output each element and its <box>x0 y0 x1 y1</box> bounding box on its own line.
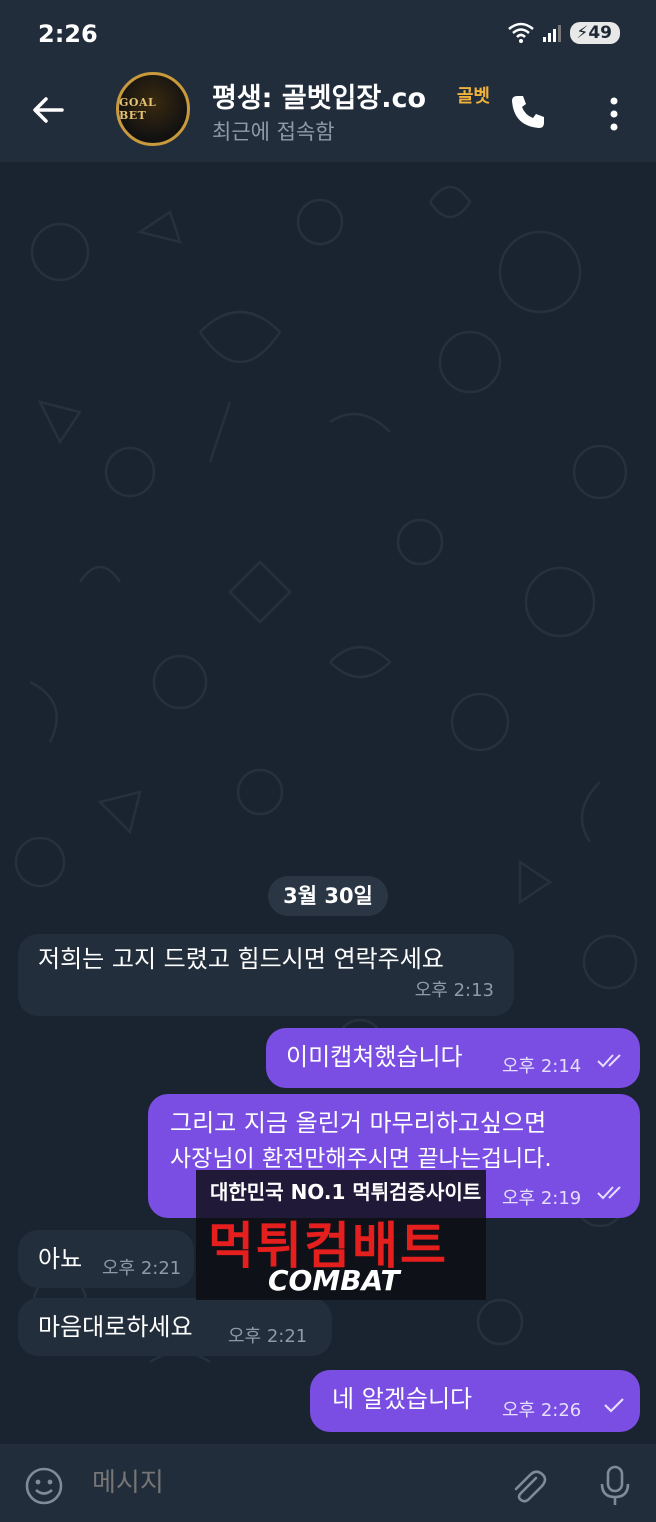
phone-icon[interactable] <box>508 92 548 132</box>
chat-header: GOAL BET 평생: 골벳입장.co 골벳 최근에 접속함 <box>0 70 656 162</box>
status-bar: 2:26 ⚡49 <box>0 0 656 70</box>
message-input-bar <box>0 1444 656 1522</box>
more-menu-icon[interactable] <box>604 94 624 134</box>
microphone-icon[interactable] <box>598 1464 632 1508</box>
message-time: 오후 2:13 <box>414 980 494 1001</box>
last-seen-status: 최근에 접속함 <box>212 120 335 144</box>
message-time: 오후 2:14 <box>502 1056 582 1077</box>
message-text: 아뇨 <box>38 1245 83 1273</box>
message-text: 저희는 고지 드렸고 힘드시면 연락주세요 <box>38 945 444 973</box>
message-time: 오후 2:21 <box>228 1326 308 1347</box>
message-time: 오후 2:19 <box>502 1188 582 1209</box>
message-text: 네 알겠습니다 <box>332 1385 473 1413</box>
message-outgoing[interactable]: 이미캡쳐했습니다 오후 2:14 <box>266 1028 640 1088</box>
status-icons: ⚡49 <box>508 22 620 44</box>
message-time: 오후 2:26 <box>502 1400 582 1421</box>
double-check-icon <box>597 1186 621 1200</box>
message-text: 이미캡쳐했습니다 <box>286 1043 463 1071</box>
check-icon <box>604 1398 624 1413</box>
watermark-overlay: 대한민국 NO.1 먹튀검증사이트 먹튀컴배트 COMBAT <box>196 1170 486 1300</box>
message-incoming[interactable]: 저희는 고지 드렸고 힘드시면 연락주세요 오후 2:13 <box>18 934 514 1016</box>
watermark-logo-text: COMBAT <box>268 1264 400 1297</box>
back-arrow-icon[interactable] <box>30 92 66 128</box>
status-time: 2:26 <box>38 20 98 48</box>
attachment-icon[interactable] <box>508 1466 548 1506</box>
message-incoming[interactable]: 마음대로하세요 오후 2:21 <box>18 1298 332 1356</box>
emoji-icon[interactable] <box>24 1466 64 1506</box>
avatar[interactable]: GOAL BET <box>116 72 190 146</box>
battery-level: 49 <box>588 23 612 43</box>
message-input[interactable] <box>90 1466 474 1499</box>
signal-icon <box>543 25 562 42</box>
double-check-icon <box>597 1054 621 1068</box>
title-badge: 골벳 <box>452 82 490 108</box>
message-text-line: 그리고 지금 올린거 마무리하고싶으면 <box>170 1109 547 1137</box>
message-incoming[interactable]: 아뇨 오후 2:21 <box>18 1230 194 1288</box>
wifi-icon <box>508 22 535 43</box>
chat-title[interactable]: 평생: 골벳입장.co 골벳 <box>212 76 494 115</box>
avatar-logo-text: GOAL BET <box>119 96 157 122</box>
date-separator: 3월 30일 <box>268 876 388 916</box>
message-time: 오후 2:21 <box>102 1258 182 1279</box>
battery-indicator: ⚡49 <box>570 22 620 44</box>
watermark-tagline: 대한민국 NO.1 먹튀검증사이트 <box>210 1180 482 1204</box>
chat-title-text: 평생: 골벳입장.co <box>212 83 427 114</box>
message-outgoing[interactable]: 네 알겠습니다 오후 2:26 <box>310 1370 640 1432</box>
message-text: 마음대로하세요 <box>38 1313 193 1341</box>
